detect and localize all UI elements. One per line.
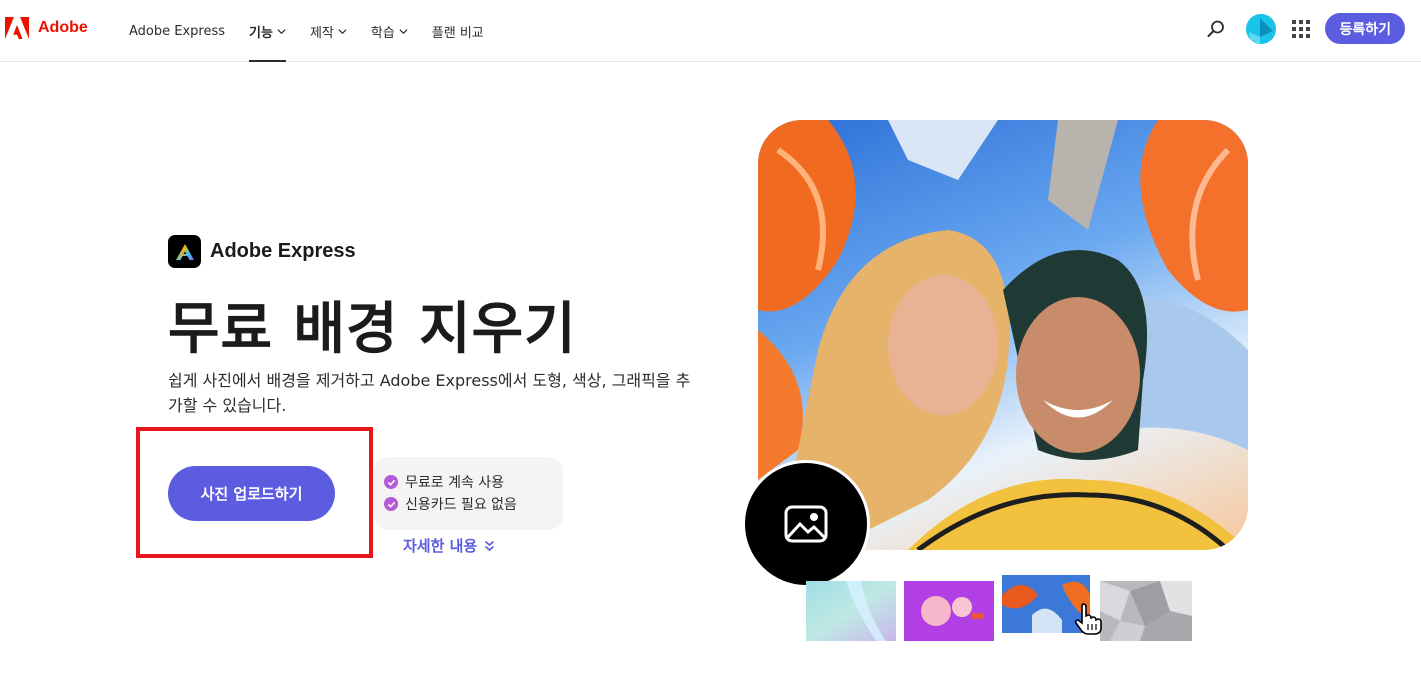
nav-item-label: 제작 (309, 25, 334, 41)
image-icon (784, 505, 828, 543)
upload-photo-button[interactable]: 사진 업로드하기 (168, 466, 335, 521)
background-thumbnail-crystal[interactable] (1100, 581, 1192, 641)
avatar-graphic (1246, 13, 1277, 44)
main-menu: Adobe Express 기능 제작 학습 플랜 비교 (129, 0, 508, 62)
check-icon (384, 497, 398, 511)
nav-actions: 등록하기 (1206, 13, 1405, 44)
perk-item: 무료로 계속 사용 (384, 471, 563, 493)
adobe-brand-label: Adobe (38, 19, 88, 36)
learn-more-link[interactable]: 자세한 내용 (403, 535, 495, 556)
product-name: Adobe Express (210, 240, 356, 262)
hero-description: 쉽게 사진에서 배경을 제거하고 Adobe Express에서 도형, 색상,… (168, 371, 691, 415)
chevron-down-icon (277, 28, 286, 34)
nav-item-learn[interactable]: 학습 (371, 0, 408, 62)
signup-button[interactable]: 등록하기 (1325, 13, 1405, 44)
page-title: 무료 배경 지우기 (168, 297, 577, 362)
adobe-home-link[interactable]: Adobe (5, 17, 88, 39)
chevron-down-icon (399, 28, 408, 34)
perk-label: 무료로 계속 사용 (405, 475, 505, 491)
top-navigation: Adobe Adobe Express 기능 제작 학습 플랜 비교 등록하기 (0, 0, 1421, 62)
nav-item-label: 플랜 비교 (431, 25, 484, 41)
nav-item-features[interactable]: 기능 (249, 0, 286, 62)
perk-label: 신용카드 필요 없음 (405, 497, 517, 513)
double-chevron-down-icon (485, 540, 495, 551)
background-thumbnail-aqua[interactable] (806, 581, 896, 641)
apps-grid-icon[interactable] (1292, 19, 1311, 38)
product-badge: Adobe Express (168, 235, 356, 268)
nav-item-label: 학습 (370, 25, 395, 41)
chevron-down-icon (338, 28, 347, 34)
nav-item-label: 기능 (249, 25, 273, 41)
image-upload-badge (742, 460, 870, 588)
avatar[interactable] (1246, 13, 1277, 44)
hand-cursor-icon (1074, 603, 1102, 635)
perk-item: 신용카드 필요 없음 (384, 493, 563, 515)
sample-backgrounds (806, 575, 1196, 645)
learn-more-label: 자세한 내용 (403, 537, 478, 555)
nav-item-compare-plans[interactable]: 플랜 비교 (432, 0, 484, 62)
adobe-logo-icon (5, 17, 29, 39)
search-icon[interactable] (1206, 19, 1226, 39)
background-thumbnail-purple[interactable] (904, 581, 994, 641)
perks-list: 무료로 계속 사용 신용카드 필요 없음 (374, 457, 563, 530)
adobe-express-logo-icon (168, 235, 201, 268)
nav-item-label: Adobe Express (129, 23, 226, 39)
nav-item-create[interactable]: 제작 (310, 0, 347, 62)
nav-item-adobe-express[interactable]: Adobe Express (129, 0, 225, 62)
check-icon (384, 475, 398, 489)
